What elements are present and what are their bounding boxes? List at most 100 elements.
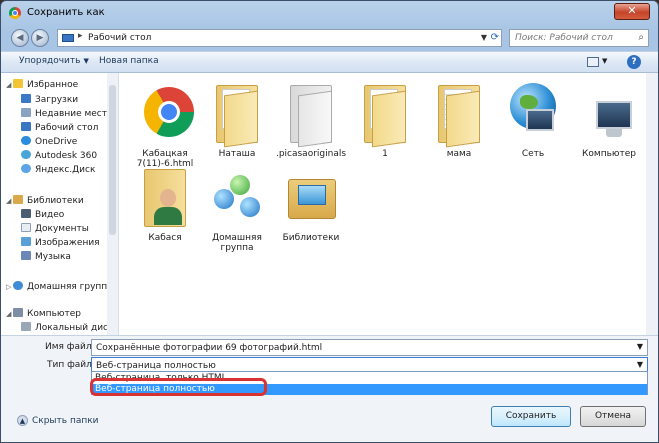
expand-arrow-icon[interactable]: ◢ <box>6 310 11 318</box>
video-icon <box>21 209 31 218</box>
chevron-down-icon[interactable]: ▼ <box>637 342 643 351</box>
view-options-icon[interactable] <box>587 57 599 67</box>
file-list: Кабацкая 7(11)-6.html Наташа .picasaorig… <box>119 73 658 335</box>
navigation-pane: ◢ Избранное Загрузки Недавние места Рабо… <box>1 73 119 335</box>
sidebar-group-homegroup[interactable]: Домашняя группа <box>13 281 107 293</box>
sidebar-group-libraries[interactable]: Библиотеки <box>13 195 107 207</box>
sidebar-group-label: Домашняя группа <box>27 282 107 292</box>
chevron-down-icon[interactable]: ▼ <box>637 360 643 369</box>
file-item[interactable]: Наташа <box>201 79 273 159</box>
sidebar-item-label: Загрузки <box>35 95 79 105</box>
breadcrumb[interactable]: Рабочий стол <box>88 33 151 43</box>
desktop-icon <box>62 34 74 42</box>
file-name: Сеть <box>521 149 545 159</box>
computer-icon <box>582 79 636 145</box>
sidebar-item-label: Яндекс.Диск <box>35 165 96 175</box>
sidebar-item-label: Недавние места <box>35 109 113 119</box>
chrome-icon <box>138 79 194 145</box>
back-button[interactable]: ◀ <box>11 29 29 47</box>
chevron-down-icon: ▼ <box>83 57 89 65</box>
sidebar-item-downloads[interactable]: Загрузки <box>21 94 115 106</box>
sidebar-group-label: Компьютер <box>27 309 81 319</box>
file-item[interactable]: мама <box>423 79 495 159</box>
highlight-annotation <box>90 378 267 396</box>
computer-icon <box>13 308 23 317</box>
refresh-icon[interactable]: ⟳ <box>491 32 499 43</box>
sidebar-item-documents[interactable]: Документы <box>21 223 115 235</box>
new-folder-button[interactable]: Новая папка <box>99 56 159 66</box>
chevron-down-icon[interactable]: ▼ <box>602 57 607 65</box>
scroll-thumb[interactable] <box>109 85 116 235</box>
organize-button[interactable]: Упорядочить ▼ <box>19 56 89 66</box>
forward-arrow-icon: ▶ <box>36 33 44 43</box>
sidebar-item-yandex-disk[interactable]: Яндекс.Диск <box>21 164 115 176</box>
save-as-dialog: Сохранить как ✕ ◀ ▶ ▸ Рабочий стол ▼ ⟳ П… <box>0 0 659 443</box>
file-item[interactable]: 1 <box>349 79 421 159</box>
address-bar[interactable]: ▸ Рабочий стол ▼ ⟳ <box>57 29 502 47</box>
file-name: Компьютер <box>582 149 636 159</box>
pictures-icon <box>21 237 31 246</box>
sidebar-item-label: Autodesk 360 <box>35 151 98 161</box>
sidebar-item-video[interactable]: Видео <box>21 209 115 221</box>
sidebar-scrollbar[interactable] <box>107 73 118 335</box>
sidebar-item-recent[interactable]: Недавние места <box>21 108 115 120</box>
folder-icon <box>284 79 338 148</box>
homegroup-icon <box>210 163 264 229</box>
file-name: Домашняя группа <box>212 233 262 253</box>
file-item[interactable]: Сеть <box>497 79 569 159</box>
expand-arrow-icon[interactable]: ▷ <box>6 283 11 291</box>
cloud-icon <box>21 136 31 145</box>
folder-icon <box>432 79 486 148</box>
sidebar-group-favorites[interactable]: Избранное <box>13 79 107 91</box>
sidebar-item-label: Изображения <box>35 238 100 248</box>
sidebar-item-label: Локальный диск <box>35 323 114 333</box>
sidebar-item-onedrive[interactable]: OneDrive <box>21 136 115 148</box>
title-bar: Сохранить как ✕ <box>1 1 658 23</box>
sidebar-item-autodesk[interactable]: Autodesk 360 <box>21 150 115 162</box>
file-item[interactable]: Кабася <box>129 163 201 243</box>
sidebar-item-local-disk[interactable]: Локальный диск <box>21 322 115 334</box>
file-list-scrollbar[interactable] <box>646 73 658 335</box>
folder-icon <box>210 79 264 148</box>
file-item[interactable]: Компьютер <box>573 79 645 159</box>
chrome-app-icon <box>9 7 21 19</box>
command-toolbar: Упорядочить ▼ Новая папка ▼ ? <box>1 51 658 73</box>
file-name: 1 <box>382 149 388 159</box>
chevron-down-icon[interactable]: ▼ <box>481 33 487 42</box>
search-placeholder: Поиск: Рабочий стол <box>515 33 613 43</box>
file-item[interactable]: .picasaoriginals <box>275 79 347 159</box>
sidebar-item-label: OneDrive <box>35 137 78 147</box>
sidebar-item-label: Видео <box>35 210 65 220</box>
recent-places-icon <box>21 108 31 117</box>
hide-folders-button[interactable]: ▲ Скрыть папки <box>17 415 99 426</box>
save-button[interactable]: Сохранить <box>491 406 571 427</box>
sidebar-item-pictures[interactable]: Изображения <box>21 237 115 249</box>
star-icon <box>13 79 23 88</box>
close-button[interactable]: ✕ <box>614 3 650 20</box>
file-name: .picasaoriginals <box>275 149 347 159</box>
organize-label: Упорядочить <box>19 56 81 66</box>
sidebar-group-computer[interactable]: Компьютер <box>13 308 107 320</box>
search-icon[interactable]: ⌕ <box>638 32 644 43</box>
expand-arrow-icon[interactable]: ◢ <box>6 81 11 89</box>
cancel-button[interactable]: Отмена <box>580 406 646 427</box>
file-item[interactable]: Домашняя группа <box>201 163 273 253</box>
file-item[interactable]: Кабацкая 7(11)-6.html <box>129 79 201 169</box>
filename-input[interactable]: Сохранённые фотографии 69 фотографий.htm… <box>91 339 648 356</box>
documents-icon <box>21 223 31 232</box>
window-title: Сохранить как <box>27 7 105 18</box>
file-item[interactable]: Библиотеки <box>275 163 347 243</box>
sidebar-item-label: Документы <box>35 224 89 234</box>
libraries-icon <box>284 163 338 229</box>
sidebar-item-desktop[interactable]: Рабочий стол <box>21 122 115 134</box>
help-icon[interactable]: ? <box>627 55 641 69</box>
file-name: Кабася <box>148 233 182 243</box>
user-folder-icon <box>138 163 192 229</box>
expand-arrow-icon[interactable]: ◢ <box>6 197 11 205</box>
sidebar-item-music[interactable]: Музыка <box>21 251 115 263</box>
file-name: Библиотеки <box>282 233 340 243</box>
music-icon <box>21 251 31 260</box>
forward-button[interactable]: ▶ <box>31 29 49 47</box>
folder-icon <box>358 79 412 148</box>
search-input[interactable]: Поиск: Рабочий стол ⌕ <box>509 29 649 47</box>
